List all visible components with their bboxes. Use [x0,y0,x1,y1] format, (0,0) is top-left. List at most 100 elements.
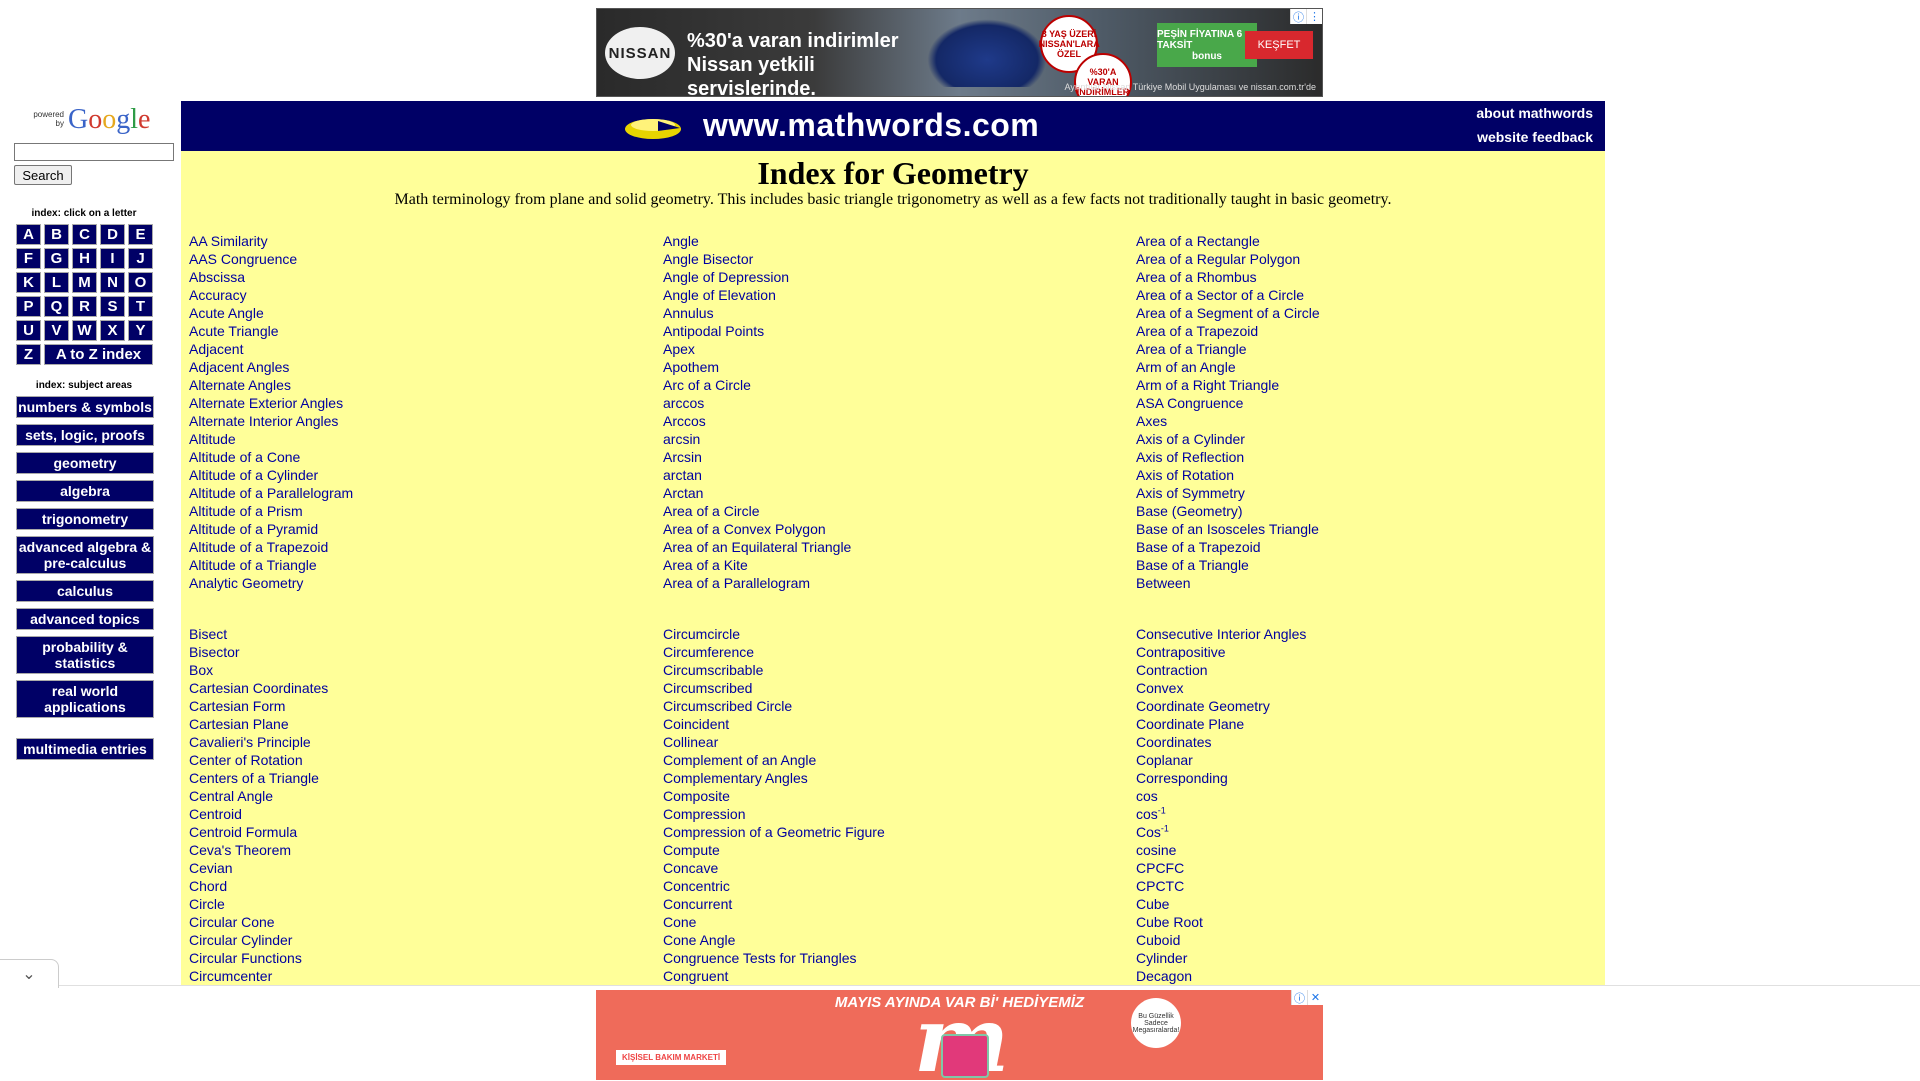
term-link[interactable]: Composite [663,787,1103,805]
site-title[interactable]: www.mathwords.com [703,107,1039,144]
term-link[interactable]: Adjacent Angles [189,358,629,376]
ad-menu-icon[interactable]: ⋮ [1306,9,1322,24]
term-link[interactable]: Concave [663,859,1103,877]
collapse-ad-button[interactable]: ⌄ [0,959,59,988]
a-to-z-index-link[interactable]: A to Z index [44,344,153,365]
term-link[interactable]: Angle Bisector [663,250,1103,268]
term-link[interactable]: Circular Cylinder [189,931,629,949]
term-link[interactable]: Circumcenter [189,967,629,985]
term-link[interactable]: Angle of Elevation [663,286,1103,304]
term-link[interactable]: Cevian [189,859,629,877]
term-link[interactable]: Axes [1136,412,1576,430]
term-link[interactable]: CPCFC [1136,859,1576,877]
term-link[interactable]: Cartesian Form [189,697,629,715]
term-link[interactable]: Alternate Exterior Angles [189,394,629,412]
letter-index-p[interactable]: P [16,296,41,317]
term-link[interactable]: Alternate Angles [189,376,629,394]
term-link[interactable]: Circumscribed Circle [663,697,1103,715]
term-link[interactable]: Circumcircle [663,625,1103,643]
term-link[interactable]: Cartesian Coordinates [189,679,629,697]
term-link[interactable]: Altitude of a Trapezoid [189,538,629,556]
term-link[interactable]: Alternate Interior Angles [189,412,629,430]
about-mathwords-link[interactable]: about mathwords [1476,105,1593,121]
ad-info-icon[interactable]: ⓘ [1290,9,1306,24]
term-link[interactable]: Circumference [663,643,1103,661]
term-link[interactable]: Altitude of a Parallelogram [189,484,629,502]
term-link[interactable]: Adjacent [189,340,629,358]
term-link[interactable]: Altitude [189,430,629,448]
term-link[interactable]: Base of an Isosceles Triangle [1136,520,1576,538]
term-link[interactable]: Circular Functions [189,949,629,967]
term-link[interactable]: Coincident [663,715,1103,733]
term-link[interactable]: Base of a Trapezoid [1136,538,1576,556]
letter-index-c[interactable]: C [72,224,97,245]
term-link[interactable]: Cavalieri's Principle [189,733,629,751]
mathwords-logo-icon[interactable] [624,114,682,140]
letter-index-z[interactable]: Z [16,344,41,365]
term-link[interactable]: Area of a Rhombus [1136,268,1576,286]
letter-index-h[interactable]: H [72,248,97,269]
term-link[interactable]: arctan [663,466,1103,484]
term-link[interactable]: Cube [1136,895,1576,913]
subject-link[interactable]: numbers & symbols [16,396,154,418]
term-link[interactable]: Circumscribed [663,679,1103,697]
letter-index-n[interactable]: N [100,272,125,293]
term-link[interactable]: Congruence Tests for Triangles [663,949,1103,967]
term-link[interactable]: Altitude of a Triangle [189,556,629,574]
term-link[interactable]: Axis of Reflection [1136,448,1576,466]
subject-link[interactable]: trigonometry [16,508,154,530]
letter-index-b[interactable]: B [44,224,69,245]
search-button[interactable]: Search [14,165,72,185]
website-feedback-link[interactable]: website feedback [1477,129,1593,145]
term-link[interactable]: Annulus [663,304,1103,322]
term-link[interactable]: Complement of an Angle [663,751,1103,769]
letter-index-v[interactable]: V [44,320,69,341]
term-link[interactable]: Cube Root [1136,913,1576,931]
term-link[interactable]: cos-1 [1136,805,1576,823]
term-link[interactable]: Area of a Sector of a Circle [1136,286,1576,304]
term-link[interactable]: Contrapositive [1136,643,1576,661]
term-link[interactable]: Centroid [189,805,629,823]
term-link[interactable]: Altitude of a Cylinder [189,466,629,484]
term-link[interactable]: Complementary Angles [663,769,1103,787]
letter-index-q[interactable]: Q [44,296,69,317]
term-link[interactable]: Congruent [663,967,1103,985]
term-link[interactable]: Area of a Kite [663,556,1103,574]
term-link[interactable]: cos [1136,787,1576,805]
top-advertisement[interactable]: NISSAN %30'a varan indirimler Nissan yet… [596,8,1323,97]
term-link[interactable]: Circular Cone [189,913,629,931]
term-link[interactable]: cosine [1136,841,1576,859]
search-input[interactable] [14,143,174,161]
term-link[interactable]: Cos-1 [1136,823,1576,841]
term-link[interactable]: Acute Angle [189,304,629,322]
term-link[interactable]: Bisector [189,643,629,661]
term-link[interactable]: Area of a Segment of a Circle [1136,304,1576,322]
term-link[interactable]: Angle of Depression [663,268,1103,286]
term-link[interactable]: Accuracy [189,286,629,304]
term-link[interactable]: Central Angle [189,787,629,805]
term-link[interactable]: Arctan [663,484,1103,502]
letter-index-m[interactable]: M [72,272,97,293]
term-link[interactable]: Circumscribable [663,661,1103,679]
letter-index-x[interactable]: X [100,320,125,341]
term-link[interactable]: Arccos [663,412,1103,430]
letter-index-y[interactable]: Y [128,320,153,341]
letter-index-a[interactable]: A [16,224,41,245]
term-link[interactable]: Area of a Triangle [1136,340,1576,358]
letter-index-t[interactable]: T [128,296,153,317]
term-link[interactable]: Cone [663,913,1103,931]
subject-link[interactable]: advanced topics [16,608,154,630]
letter-index-g[interactable]: G [44,248,69,269]
term-link[interactable]: Compression [663,805,1103,823]
term-link[interactable]: Altitude of a Cone [189,448,629,466]
term-link[interactable]: Chord [189,877,629,895]
term-link[interactable]: Compression of a Geometric Figure [663,823,1103,841]
term-link[interactable]: Centroid Formula [189,823,629,841]
letter-index-r[interactable]: R [72,296,97,317]
letter-index-k[interactable]: K [16,272,41,293]
term-link[interactable]: Axis of Symmetry [1136,484,1576,502]
term-link[interactable]: Area of a Trapezoid [1136,322,1576,340]
subject-link[interactable]: advanced algebra & pre-calculus [16,536,154,574]
letter-index-j[interactable]: J [128,248,153,269]
term-link[interactable]: Decagon [1136,967,1576,985]
